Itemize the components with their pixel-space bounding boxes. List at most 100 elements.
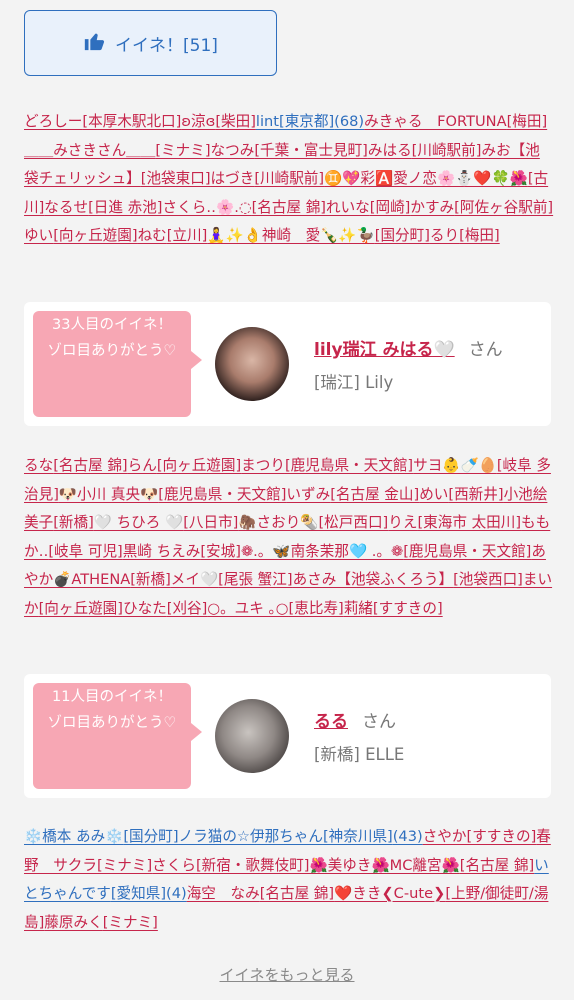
liker-link[interactable]: めい (419, 486, 448, 503)
liker-link[interactable]: はづき (211, 170, 255, 187)
liker-link[interactable]: [ミナミ] (103, 914, 158, 931)
liker-link[interactable]: (43) (393, 828, 423, 845)
liker-link[interactable]: [向ヶ丘遊園] (157, 457, 241, 474)
liker-link[interactable]: [池袋東口] (141, 170, 211, 187)
liker-link[interactable]: 🌺美ゆき🌺MC離宮🌺 (310, 857, 460, 874)
liker-link[interactable]: まつり (241, 457, 285, 474)
liker-link[interactable]: 藤原みく (44, 914, 102, 931)
liker-link[interactable]: [鹿児島県・天文館] (158, 486, 286, 503)
liker-link[interactable]: [名古屋 金山] (330, 486, 419, 503)
liker-link[interactable]: [東京都] (279, 113, 334, 130)
thumbs-up-icon (83, 30, 105, 57)
liker-link[interactable]: [梅田] (507, 113, 548, 130)
liker-link[interactable]: [日進 赤池] (88, 199, 162, 216)
liker-link[interactable]: みはる (368, 142, 412, 159)
liker-link[interactable]: [新橋] (53, 514, 94, 531)
liker-name-link[interactable]: るる (314, 712, 348, 732)
liker-link[interactable]: [東海市 太田川] (417, 514, 521, 531)
liker-link[interactable]: 🐶小川 真央🐶 (59, 486, 158, 503)
liker-link[interactable]: [八日市] (183, 514, 238, 531)
liker-link[interactable]: [梅田] (459, 227, 500, 244)
liker-link[interactable]: [向ヶ丘遊園] (39, 600, 123, 617)
liker-link[interactable]: 🧘‍♀️✨👌神崎 愛🍾✨🦆 (207, 227, 374, 244)
liker-link[interactable]: [名古屋 錦] (53, 457, 127, 474)
liker-link[interactable]: あさみ【池袋ふくろう】 (293, 571, 454, 588)
liker-link[interactable]: [柴田] (215, 113, 256, 130)
liker-link[interactable]: 黒崎 ちえみ (123, 543, 201, 560)
liker-link[interactable]: りえ (388, 514, 417, 531)
liker-link[interactable]: [名古屋 錦] (260, 885, 334, 902)
liker-name-link[interactable]: lily瑞江 みはる🤍 (314, 340, 455, 360)
liker-link[interactable]: なるせ (44, 199, 88, 216)
liker-link[interactable]: [鹿児島県・天文館] (403, 543, 531, 560)
liker-link[interactable]: [向ヶ丘遊園] (53, 227, 137, 244)
liker-link[interactable]: どろしー (24, 113, 82, 130)
liker-link[interactable]: [松戸西口] (318, 514, 388, 531)
liker-link[interactable]: [ミナミ] (97, 857, 152, 874)
liker-link[interactable]: [すすきの] (467, 828, 537, 845)
liker-link[interactable]: [すすきの] (373, 600, 443, 617)
liker-link[interactable]: さやか (423, 828, 467, 845)
liker-link[interactable]: [西新井] (448, 486, 503, 503)
like-button-label: イイネ！[51] (115, 35, 218, 56)
liker-link[interactable]: [安城] (200, 543, 241, 560)
liker-link[interactable]: ❤️きき❮C-ute❯ (334, 885, 445, 902)
liker-list-1: どろしー[本厚木駅北口]ʚ涼ɞ[柴田]lint[東京都](68)みきゃる FOR… (24, 108, 554, 251)
liker-link[interactable]: なつみ (211, 142, 255, 159)
liker-link[interactable]: らん (128, 457, 157, 474)
liker-link[interactable]: れいな (326, 199, 370, 216)
liker-link[interactable]: るな (24, 457, 53, 474)
liker-link[interactable]: ❄️橋本 あみ❄️ (24, 828, 123, 845)
liker-link[interactable]: [刈谷] (167, 600, 208, 617)
liker-link[interactable]: ひなた (123, 600, 167, 617)
liker-link[interactable]: (68) (334, 113, 364, 130)
liker-link[interactable]: [名古屋 錦] (252, 199, 326, 216)
liker-link[interactable]: みきゃる FORTUNA (364, 113, 506, 130)
liker-link[interactable]: [岡崎] (370, 199, 411, 216)
liker-link[interactable]: [鹿児島県・天文館] (285, 457, 413, 474)
liker-link[interactable]: ゆい (24, 227, 53, 244)
liker-link[interactable]: るり (430, 227, 459, 244)
liker-link[interactable]: (4) (166, 885, 187, 902)
like-button[interactable]: イイネ！[51] (24, 10, 277, 76)
liker-link[interactable]: さくら‥🌸.◌ (163, 199, 252, 216)
liker-link[interactable]: サヨ👶🍼🥚 (413, 457, 497, 474)
liker-link[interactable]: かすみ (410, 199, 454, 216)
liker-link[interactable]: さくら (152, 857, 196, 874)
liker-link[interactable]: [尾張 蟹江] (218, 571, 292, 588)
liker-link[interactable]: 🤍 ちひろ 🤍 (94, 514, 183, 531)
liker-link[interactable]: ❁.。🦋南条茉那🩵 .。❁ (241, 543, 403, 560)
liker-link[interactable]: いずみ (286, 486, 330, 503)
liker-link[interactable]: [ミナミ] (155, 142, 210, 159)
liker-link[interactable]: 🦣さおり🌯 (238, 514, 318, 531)
liker-link[interactable]: [新宿・歌舞伎町] (196, 857, 310, 874)
liker-link[interactable]: 莉緒 (344, 600, 373, 617)
liker-link[interactable]: [千葉・富士見町] (254, 142, 368, 159)
liker-link[interactable]: [神奈川県] (323, 828, 393, 845)
liker-link[interactable]: 海空 なみ (187, 885, 260, 902)
liker-link[interactable]: ○。ユキ ｡○ (207, 600, 288, 617)
liker-link[interactable]: [岐阜 可児] (48, 543, 122, 560)
avatar[interactable] (215, 699, 289, 773)
liker-link[interactable]: ねむ (138, 227, 167, 244)
liker-link[interactable]: [国分町] (123, 828, 178, 845)
liker-link[interactable]: メイ🤍 (171, 571, 218, 588)
liker-link[interactable]: ʚ涼ɞ (181, 113, 215, 130)
liker-link[interactable]: [国分町] (375, 227, 430, 244)
liker-link[interactable]: [川崎駅前] (254, 170, 324, 187)
liker-link[interactable]: ＿＿みさきさん＿＿ (24, 142, 155, 159)
liker-link[interactable]: [名古屋 錦] (460, 857, 534, 874)
liker-link[interactable]: [愛知県] (111, 885, 166, 902)
liker-link[interactable]: lint (256, 113, 279, 130)
see-more-link[interactable]: イイネをもっと見る (219, 966, 354, 984)
liker-link[interactable]: [川崎駅前] (412, 142, 482, 159)
liker-link[interactable]: [池袋西口] (453, 571, 523, 588)
liker-link[interactable]: [立川] (167, 227, 208, 244)
liker-link[interactable]: [阿佐ヶ谷駅前] (454, 199, 553, 216)
liker-link[interactable]: [恵比寿] (289, 600, 344, 617)
liker-link[interactable]: [新橋] (130, 571, 171, 588)
liker-link[interactable]: ノラ猫の☆伊那ちゃん (179, 828, 323, 845)
liker-link[interactable]: [本厚木駅北口] (82, 113, 181, 130)
avatar[interactable] (215, 327, 289, 401)
liker-link[interactable]: ♊️💖彩🅰️愛ノ恋🌸⛄️❤️🍀🌺 (324, 170, 528, 187)
